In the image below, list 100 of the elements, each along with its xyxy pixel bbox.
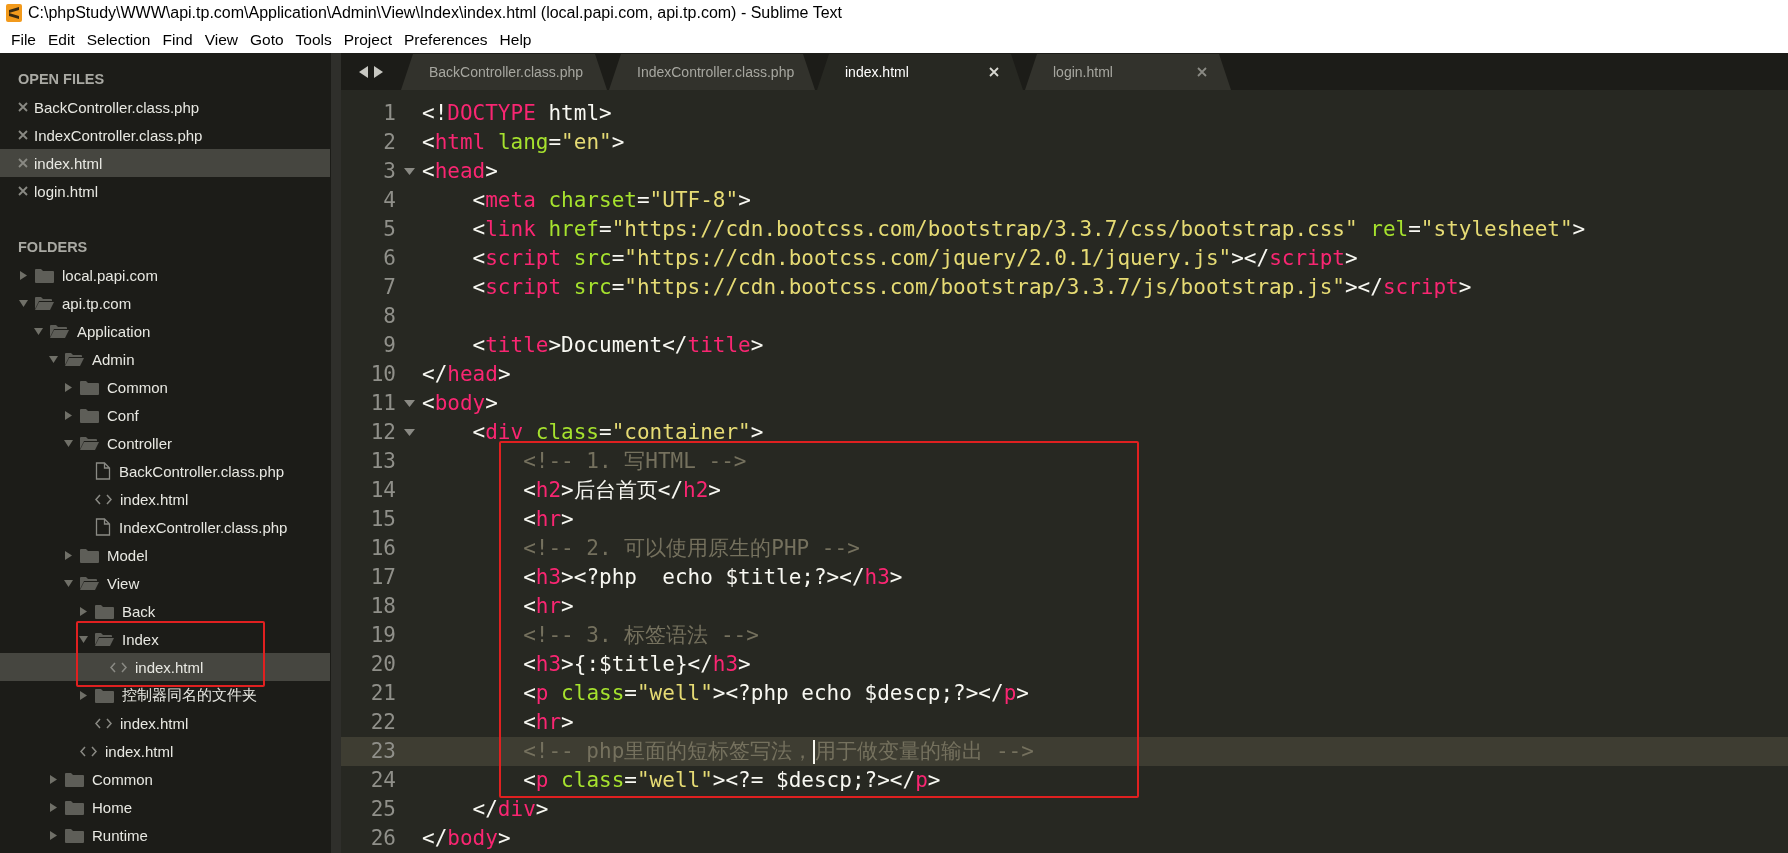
- folder-tree-item[interactable]: Back: [0, 597, 330, 625]
- collapsed-arrow-icon[interactable]: [18, 270, 28, 280]
- previous-tab-icon[interactable]: [359, 66, 368, 78]
- expanded-arrow-icon[interactable]: [48, 354, 58, 364]
- fold-arrow-icon[interactable]: [403, 428, 415, 437]
- next-tab-icon[interactable]: [374, 66, 383, 78]
- collapsed-arrow-icon[interactable]: [63, 550, 73, 560]
- code-line: <!-- 1. 写HTML -->: [522, 448, 747, 475]
- line-number: 5: [382, 216, 396, 243]
- line-number: 21: [369, 680, 396, 707]
- code-line: <!-- 3. 标签语法 -->: [522, 622, 759, 649]
- expanded-arrow-icon[interactable]: [18, 298, 28, 308]
- folder-tree-item[interactable]: Index: [0, 625, 330, 653]
- code-line: <h3><?php echo $title;?></h3>: [522, 564, 903, 591]
- line-number: 12: [369, 419, 396, 446]
- code-line: <title>Document</title>: [471, 332, 764, 359]
- menu-item[interactable]: View: [199, 30, 243, 49]
- tree-item[interactable]: index.html: [0, 653, 330, 681]
- menu-item[interactable]: Tools: [290, 30, 337, 49]
- collapsed-arrow-icon[interactable]: [78, 606, 88, 616]
- code-brackets-icon: [80, 745, 97, 757]
- expanded-arrow-icon[interactable]: [63, 438, 73, 448]
- code-line: <html lang="en">: [422, 129, 625, 156]
- editor-tab[interactable]: login.html: [1025, 54, 1231, 90]
- fold-arrow-icon[interactable]: [403, 167, 415, 176]
- line-number: 7: [382, 274, 396, 301]
- menu-item[interactable]: Goto: [244, 30, 289, 49]
- code-line: <hr>: [522, 593, 574, 620]
- folder-tree-item[interactable]: 控制器同名的文件夹: [0, 681, 330, 709]
- menu-item[interactable]: Find: [157, 30, 198, 49]
- editor-tab[interactable]: IndexController.class.php: [609, 54, 815, 90]
- code-line: <p class="well"><?= $descp;?></p>: [522, 767, 941, 794]
- folder-tree-item[interactable]: api.tp.com: [0, 289, 330, 317]
- menu-item[interactable]: Selection: [81, 30, 156, 49]
- code-line: <h2>后台首页</h2>: [522, 477, 721, 504]
- folder-icon: [65, 827, 84, 843]
- folder-icon: [95, 687, 114, 703]
- editor-tab[interactable]: BackController.class.php: [401, 54, 607, 90]
- open-document-entry[interactable]: BackController.class.php: [0, 93, 330, 121]
- line-number: 22: [369, 709, 396, 736]
- folder-icon: [80, 547, 99, 563]
- open-document-entry[interactable]: index.html: [0, 149, 330, 177]
- editor-tab[interactable]: index.html: [817, 54, 1023, 90]
- scrollbar[interactable]: [330, 53, 341, 853]
- close-icon[interactable]: [18, 102, 28, 112]
- tree-item[interactable]: BackController.class.php: [0, 457, 330, 485]
- folder-tree-item[interactable]: Controller: [0, 429, 330, 457]
- window-title: C:\phpStudy\WWW\api.tp.com\Application\Admin\View\Index\index.html (local.papi.com, api.tp.com) - Sublime Text: [28, 4, 842, 22]
- tree-item[interactable]: index.html: [0, 737, 330, 765]
- code-line: <hr>: [522, 506, 574, 533]
- folder-tree-item[interactable]: Common: [0, 765, 330, 793]
- open-document-entry[interactable]: IndexController.class.php: [0, 121, 330, 149]
- folder-tree-item[interactable]: Admin: [0, 345, 330, 373]
- collapsed-arrow-icon[interactable]: [48, 802, 58, 812]
- collapsed-arrow-icon[interactable]: [48, 774, 58, 784]
- folder-tree-item[interactable]: Model: [0, 541, 330, 569]
- collapsed-arrow-icon[interactable]: [78, 690, 88, 700]
- menu-item[interactable]: Help: [494, 30, 537, 49]
- section-heading: OPEN FILES: [17, 70, 106, 89]
- folder-tree-item[interactable]: Runtime: [0, 821, 330, 849]
- menu-item[interactable]: Project: [338, 30, 397, 49]
- folder-tree-item[interactable]: Common: [0, 373, 330, 401]
- line-number: 19: [369, 622, 396, 649]
- menu-item[interactable]: Preferences: [399, 30, 493, 49]
- open-folder-icon: [50, 323, 69, 339]
- collapsed-arrow-icon[interactable]: [63, 382, 73, 392]
- open-folder-icon: [65, 351, 84, 367]
- menu-item[interactable]: Edit: [43, 30, 80, 49]
- folder-icon: [80, 379, 99, 395]
- tree-item[interactable]: IndexController.class.php: [0, 513, 330, 541]
- tree-item[interactable]: index.html: [0, 709, 330, 737]
- code-line: <!-- 2. 可以使用原生的PHP -->: [522, 535, 860, 562]
- close-icon[interactable]: [18, 186, 28, 196]
- line-number: 16: [369, 535, 396, 562]
- code-line: <div class="container">: [471, 419, 764, 446]
- open-document-entry[interactable]: login.html: [0, 177, 330, 205]
- close-icon[interactable]: [18, 130, 28, 140]
- menu-item[interactable]: File: [6, 30, 41, 49]
- line-number: 1: [382, 100, 396, 127]
- expanded-arrow-icon[interactable]: [33, 326, 43, 336]
- folder-tree-item[interactable]: local.papi.com: [0, 261, 330, 289]
- folder-tree-item[interactable]: Application: [0, 317, 330, 345]
- open-folder-icon: [80, 575, 99, 591]
- code-line: <link href="https://cdn.bootcss.com/bootstrap/3.3.7/css/bootstrap.css" rel="stylesheet">: [471, 216, 1586, 243]
- tree-item[interactable]: index.html: [0, 485, 330, 513]
- folder-tree-item[interactable]: Home: [0, 793, 330, 821]
- line-number: 17: [369, 564, 396, 591]
- line-number: 8: [382, 303, 396, 330]
- folder-tree-item[interactable]: View: [0, 569, 330, 597]
- line-number: 13: [369, 448, 396, 475]
- collapsed-arrow-icon[interactable]: [63, 410, 73, 420]
- line-number: 6: [382, 245, 396, 272]
- fold-arrow-icon[interactable]: [403, 399, 415, 408]
- collapsed-arrow-icon[interactable]: [48, 830, 58, 840]
- line-number: 18: [369, 593, 396, 620]
- code-line: <head>: [422, 158, 498, 185]
- folder-tree-item[interactable]: Conf: [0, 401, 330, 429]
- line-number: 10: [369, 361, 396, 388]
- expanded-arrow-icon[interactable]: [78, 634, 88, 644]
- expanded-arrow-icon[interactable]: [63, 578, 73, 588]
